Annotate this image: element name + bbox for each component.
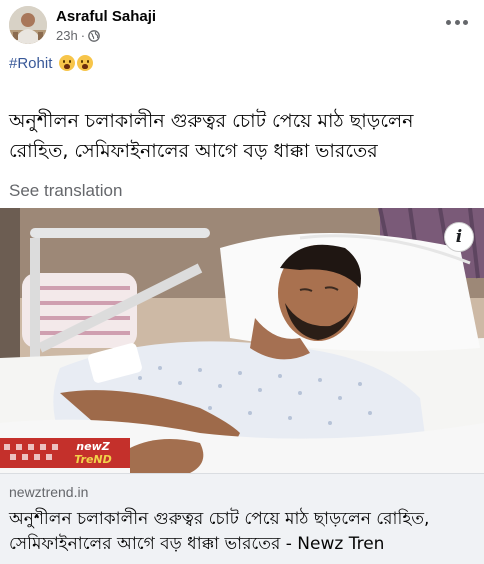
- post-timestamp[interactable]: 23h: [56, 28, 78, 43]
- post-text: অনুশীলন চলাকালীন গুরুত্বর চোট পেয়ে মাঠ …: [9, 106, 479, 166]
- more-dot: [463, 19, 468, 25]
- link-preview-card[interactable]: newztrend.in অনুশীলন চলাকালীন গুরুত্বর চ…: [0, 473, 484, 564]
- watermark-line: newZ: [76, 440, 110, 453]
- post-text-line: রোহিত, সেমিফাইনালের আগে বড় ধাক্কা ভারতে…: [9, 140, 378, 162]
- meta-separator: ·: [80, 28, 86, 43]
- crying-face-icon: [76, 55, 93, 71]
- link-title[interactable]: অনুশীলন চলাকালীন গুরুত্বর চোট পেয়ে মাঠ …: [9, 507, 481, 557]
- watermark-line: TreND: [74, 453, 112, 466]
- post-header: Asraful Sahaji 23h ·: [0, 0, 484, 50]
- post-text-line: অনুশীলন চলাকালীন গুরুত্বর চোট পেয়ে মাঠ …: [9, 110, 414, 132]
- see-translation-link[interactable]: See translation: [9, 181, 122, 201]
- more-dot: [454, 19, 460, 25]
- link-domain: newztrend.in: [9, 484, 89, 500]
- crying-face-icon: [58, 55, 75, 71]
- author-name[interactable]: Asraful Sahaji: [56, 8, 156, 25]
- newztrend-watermark-logo: newZ TreND: [66, 440, 120, 468]
- hashtag-link[interactable]: #Rohit: [9, 55, 52, 72]
- link-title-line: সেমিফাইনালের আগে বড় ধাক্কা ভারতের - New…: [9, 534, 385, 554]
- more-options-icon[interactable]: [446, 18, 468, 26]
- post-meta: 23h ·: [56, 28, 100, 43]
- avatar[interactable]: [9, 6, 47, 44]
- post-image[interactable]: [0, 208, 484, 473]
- globe-icon[interactable]: [88, 29, 100, 42]
- info-icon[interactable]: i: [444, 222, 474, 252]
- post-caption: #Rohit: [9, 55, 93, 72]
- more-dot: [446, 19, 451, 25]
- link-title-line: অনুশীলন চলাকালীন গুরুত্বর চোট পেয়ে মাঠ …: [9, 509, 430, 529]
